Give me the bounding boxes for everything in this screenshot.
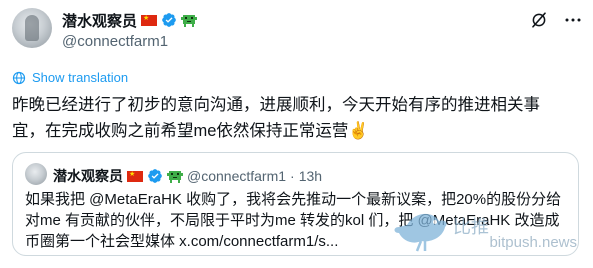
china-flag-icon: [127, 169, 143, 182]
quoted-author-handle[interactable]: @connectfarm1: [187, 168, 286, 184]
tweet-actions: [527, 8, 585, 32]
separator-dot: ·: [290, 168, 295, 184]
show-translation-label[interactable]: Show translation: [32, 70, 128, 85]
watermark-text: bitpush.news: [489, 234, 577, 251]
pixel-sprite-icon: [167, 171, 183, 183]
pixel-sprite-icon: [181, 15, 198, 27]
author-name[interactable]: 潜水观察员: [62, 10, 137, 31]
globe-icon: [12, 71, 26, 84]
verified-badge-icon[interactable]: [161, 12, 177, 28]
tweet-text: 昨晚已经进行了初步的意向沟通，进展顺利，今天开始有序的推进相关事宜，在完成收购之…: [12, 96, 540, 140]
show-translation-link[interactable]: Show translation: [12, 70, 128, 85]
quoted-tweet-time[interactable]: 13h: [299, 168, 322, 184]
verified-badge-icon: [148, 169, 162, 183]
quoted-tweet-header: 潜水观察员 @connectfarm1 · 13h: [53, 166, 322, 186]
author-name-row: 潜水观察员: [62, 10, 198, 31]
more-options-icon[interactable]: [561, 8, 585, 32]
china-flag-icon: [141, 13, 158, 26]
quoted-tweet-text: 如果我把 @MetaEraHK 收购了，我将会先推动一个最新议案，把20%的股份…: [25, 191, 562, 250]
author-handle[interactable]: @connectfarm1: [62, 33, 168, 50]
author-avatar[interactable]: [12, 8, 52, 48]
quoted-author-name[interactable]: 潜水观察员: [53, 166, 123, 186]
quoted-author-avatar[interactable]: [25, 163, 47, 185]
grok-icon[interactable]: [527, 8, 551, 32]
